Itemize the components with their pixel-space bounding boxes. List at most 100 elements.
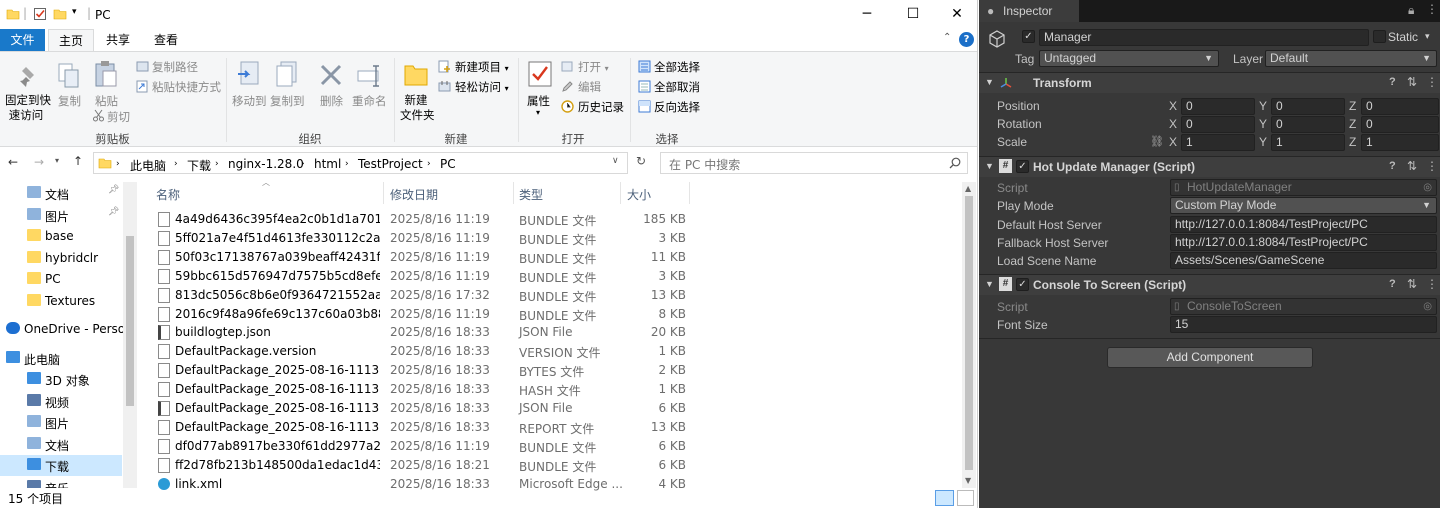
new-folder-quick-icon[interactable] bbox=[53, 7, 67, 21]
address-bar[interactable]: › 此电脑 › 下载 › nginx-1.28.0 › html › TestP… bbox=[93, 152, 628, 174]
axis-label[interactable]: X bbox=[1169, 135, 1177, 149]
static-checkbox[interactable] bbox=[1373, 30, 1386, 43]
file-row[interactable]: 59bbc615d576947d7575b5cd8efe96... 2025/8/… bbox=[150, 267, 950, 286]
breadcrumb-item[interactable]: 下载 bbox=[187, 157, 211, 174]
file-row[interactable]: DefaultPackage_2025-08-16-1113.json 2025/… bbox=[150, 399, 950, 418]
help-icon[interactable]: ? bbox=[1389, 160, 1396, 172]
position-z-field[interactable]: 0 bbox=[1361, 98, 1439, 115]
edit-button[interactable]: 编辑 bbox=[578, 79, 601, 95]
delete-button[interactable]: 删除 bbox=[320, 93, 343, 109]
collapse-ribbon-icon[interactable]: ⌃ bbox=[943, 32, 951, 43]
breadcrumb-item[interactable]: nginx-1.28.0 bbox=[228, 157, 304, 171]
preset-icon[interactable]: ⇅ bbox=[1407, 75, 1417, 89]
history-button[interactable]: 历史记录 bbox=[578, 99, 624, 115]
nav-item[interactable]: 图片 📌︎ bbox=[0, 205, 122, 226]
file-row[interactable]: 2016c9f48a96fe69c137c60a03b88db... 2025/8… bbox=[150, 305, 950, 324]
file-row[interactable]: DefaultPackage_2025-08-16-1113.hash 2025/… bbox=[150, 380, 950, 399]
column-divider[interactable] bbox=[620, 182, 621, 204]
file-row[interactable]: ff2d78fb213b148500da1edac1d436a... 2025/8… bbox=[150, 456, 950, 475]
scroll-up-icon[interactable]: ▲ bbox=[965, 184, 971, 193]
tab-home[interactable]: 主页 bbox=[48, 29, 94, 51]
nav-item[interactable]: Textures bbox=[0, 291, 122, 312]
file-row[interactable]: 813dc5056c8b6e0f9364721552aa1fbf... 2025/… bbox=[150, 286, 950, 305]
breadcrumb-item[interactable]: PC bbox=[440, 157, 456, 171]
file-row[interactable]: buildlogtep.json 2025/8/16 18:33 JSON File… bbox=[150, 323, 950, 342]
pinned-icon[interactable]: 📌︎ bbox=[108, 207, 119, 217]
nav-item[interactable]: 文档 bbox=[0, 434, 122, 455]
axis-label[interactable]: X bbox=[1169, 99, 1177, 113]
nav-item[interactable]: base bbox=[0, 226, 122, 247]
dropdown-arrow-icon[interactable]: ▾ bbox=[1425, 31, 1430, 42]
axis-label[interactable]: Z bbox=[1349, 135, 1356, 149]
console-to-screen-header[interactable]: ▼ # ✓ Console To Screen (Script) ? ⇅ ⋮ bbox=[979, 274, 1440, 295]
constrain-proportions-icon[interactable]: ⛓︎ bbox=[1150, 135, 1164, 148]
scroll-down-icon[interactable]: ▼ bbox=[965, 476, 971, 485]
close-button[interactable]: ✕ bbox=[934, 0, 977, 29]
pin-to-quick-access-button[interactable]: 固定到快 速访问 bbox=[5, 93, 51, 123]
axis-label[interactable]: Y bbox=[1259, 117, 1267, 131]
file-row[interactable]: link.xml 2025/8/16 18:33 Microsoft Edge ..… bbox=[150, 475, 950, 494]
file-row[interactable]: 5ff021a7e4f51d4613fe330112c2a076... 2025/… bbox=[150, 229, 950, 248]
component-enabled-checkbox[interactable]: ✓ bbox=[1016, 160, 1029, 173]
help-icon[interactable]: ? bbox=[1389, 278, 1396, 290]
nav-item[interactable]: 下载 bbox=[0, 455, 122, 476]
breadcrumb-item[interactable]: 此电脑 bbox=[130, 157, 166, 174]
axis-label[interactable]: Z bbox=[1349, 117, 1356, 131]
nav-item[interactable]: 文档 📌︎ bbox=[0, 183, 122, 204]
column-header-name[interactable]: 名称 bbox=[156, 186, 180, 203]
menu-kebab-icon[interactable]: ⋮ bbox=[1426, 159, 1438, 173]
rename-button[interactable]: 重命名 bbox=[352, 93, 387, 109]
tab-share[interactable]: 共享 bbox=[98, 29, 138, 51]
tab-view[interactable]: 查看 bbox=[146, 29, 186, 51]
file-row[interactable]: DefaultPackage.version 2025/8/16 18:33 VER… bbox=[150, 342, 950, 361]
scale-x-field[interactable]: 1 bbox=[1181, 134, 1255, 151]
copy-to-button[interactable]: 复制到 bbox=[270, 93, 305, 109]
file-row[interactable]: DefaultPackage_2025-08-16-1113.byt... 202… bbox=[150, 361, 950, 380]
axis-label[interactable]: X bbox=[1169, 117, 1177, 131]
position-x-field[interactable]: 0 bbox=[1181, 98, 1255, 115]
position-y-field[interactable]: 0 bbox=[1271, 98, 1345, 115]
menu-kebab-icon[interactable]: ⋮ bbox=[1426, 277, 1438, 291]
search-input[interactable]: 在 PC 中搜索 bbox=[669, 156, 740, 173]
fallback-host-field[interactable]: http://127.0.0.1:8084/TestProject/PC bbox=[1170, 234, 1437, 251]
recent-locations-icon[interactable]: ▾ bbox=[55, 156, 59, 165]
large-icons-view-icon[interactable] bbox=[957, 490, 974, 506]
move-to-button[interactable]: 移动到 bbox=[232, 93, 267, 109]
column-divider[interactable] bbox=[689, 182, 690, 204]
properties-button[interactable]: 属性 bbox=[527, 93, 550, 109]
properties-quick-icon[interactable] bbox=[33, 7, 47, 21]
new-folder-button[interactable]: 新建 文件夹 bbox=[400, 93, 435, 123]
rotation-y-field[interactable]: 0 bbox=[1271, 116, 1345, 133]
pinned-icon[interactable]: 📌︎ bbox=[108, 185, 119, 195]
invert-selection-button[interactable]: 反向选择 bbox=[654, 99, 700, 115]
inspector-tab[interactable]: ● Inspector bbox=[979, 0, 1079, 22]
easy-access-button[interactable]: 轻松访问 ▾ bbox=[455, 79, 509, 95]
search-box[interactable]: 在 PC 中搜索 bbox=[660, 152, 968, 174]
axis-label[interactable]: Y bbox=[1259, 135, 1267, 149]
file-row[interactable]: 50f03c17138767a039beaff42431f9a7.... 2025… bbox=[150, 248, 950, 267]
details-view-icon[interactable] bbox=[935, 490, 954, 506]
play-mode-dropdown[interactable]: Custom Play Mode ▼ bbox=[1170, 197, 1437, 214]
active-checkbox[interactable]: ✓ bbox=[1022, 30, 1035, 43]
nav-pane-scrollbar[interactable] bbox=[123, 182, 137, 488]
scale-y-field[interactable]: 1 bbox=[1271, 134, 1345, 151]
cut-button[interactable]: 剪切 bbox=[107, 109, 130, 125]
rotation-z-field[interactable]: 0 bbox=[1361, 116, 1439, 133]
default-host-field[interactable]: http://127.0.0.1:8084/TestProject/PC bbox=[1170, 216, 1437, 233]
maximize-button[interactable]: ☐ bbox=[890, 0, 936, 29]
nav-item[interactable]: PC bbox=[0, 269, 122, 290]
column-divider[interactable] bbox=[513, 182, 514, 204]
tag-dropdown[interactable]: Untagged ▼ bbox=[1039, 50, 1219, 67]
tab-file[interactable]: 文件 bbox=[0, 29, 45, 51]
foldout-arrow-icon[interactable]: ▼ bbox=[985, 279, 994, 289]
breadcrumb-item[interactable]: html bbox=[314, 157, 341, 171]
help-icon[interactable]: ? bbox=[959, 32, 974, 47]
forward-arrow-icon[interactable]: → bbox=[34, 155, 44, 169]
scrollbar-thumb[interactable] bbox=[965, 196, 973, 470]
scrollbar-thumb[interactable] bbox=[126, 236, 134, 406]
nav-item[interactable]: hybridclr bbox=[0, 248, 122, 269]
customize-quick-access-icon[interactable]: ▾ bbox=[72, 7, 77, 17]
back-arrow-icon[interactable]: ← bbox=[8, 155, 18, 169]
help-icon[interactable]: ? bbox=[1389, 76, 1396, 88]
component-enabled-checkbox[interactable]: ✓ bbox=[1016, 278, 1029, 291]
